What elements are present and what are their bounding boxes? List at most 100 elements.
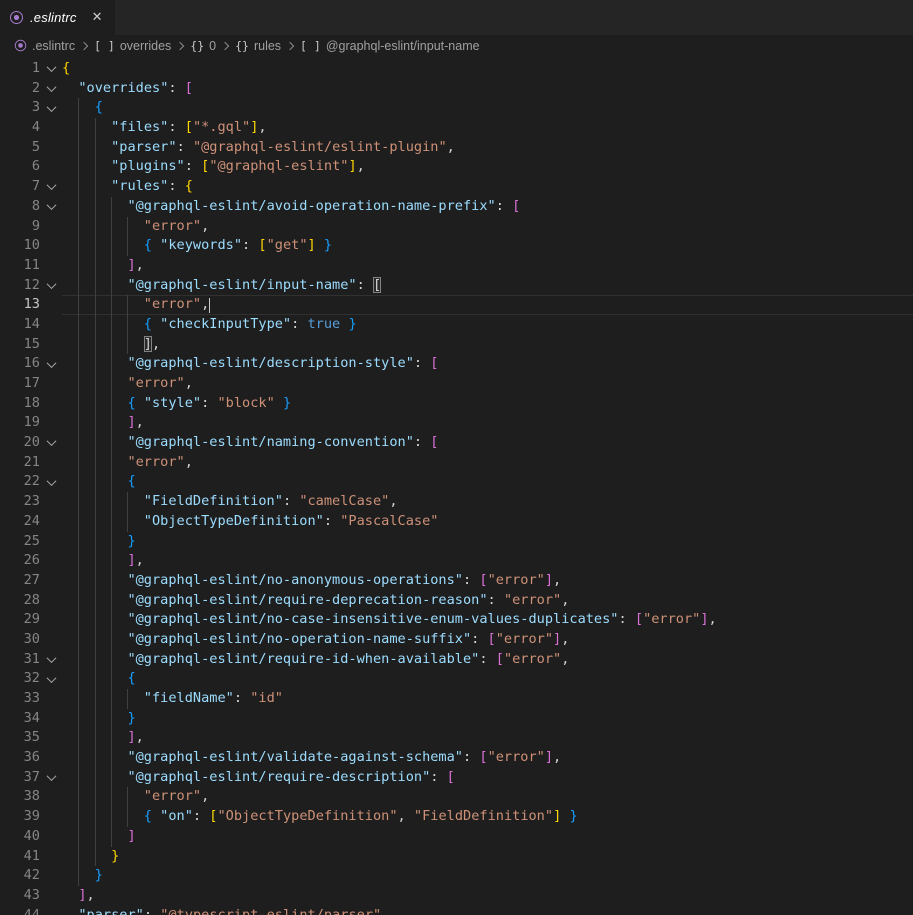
editor-line[interactable]: 20"@graphql-eslint/naming-convention": [ (0, 433, 913, 453)
breadcrumb-item[interactable]: [ ]overrides (94, 39, 171, 53)
editor-line[interactable]: 9"error", (0, 217, 913, 237)
fold-chevron-icon[interactable] (40, 177, 62, 197)
editor-line[interactable]: 34} (0, 709, 913, 729)
editor-line[interactable]: 43], (0, 886, 913, 906)
editor-line[interactable]: 28"@graphql-eslint/require-deprecation-r… (0, 591, 913, 611)
editor-line[interactable]: 33"fieldName": "id" (0, 689, 913, 709)
editor-line[interactable]: 8"@graphql-eslint/avoid-operation-name-p… (0, 197, 913, 217)
fold-spacer (40, 866, 62, 886)
editor-line[interactable]: 14{ "checkInputType": true } (0, 315, 913, 335)
editor-line[interactable]: 42} (0, 866, 913, 886)
editor-line[interactable]: 21"error", (0, 453, 913, 473)
editor-line[interactable]: 27"@graphql-eslint/no-anonymous-operatio… (0, 571, 913, 591)
editor-line[interactable]: 2"overrides": [ (0, 79, 913, 99)
fold-chevron-icon[interactable] (40, 433, 62, 453)
indent-guide (78, 256, 94, 276)
code-token: , (185, 375, 193, 391)
line-number: 10 (0, 236, 40, 256)
code-line-text: "@graphql-eslint/validate-against-schema… (62, 748, 913, 768)
editor-line[interactable]: 4"files": ["*.gql"], (0, 118, 913, 138)
fold-chevron-icon[interactable] (40, 354, 62, 374)
breadcrumb-item[interactable]: [ ]@graphql-eslint/input-name (300, 39, 480, 53)
fold-chevron-icon[interactable] (40, 768, 62, 788)
editor-line[interactable]: 22{ (0, 472, 913, 492)
editor-line[interactable]: 12"@graphql-eslint/input-name": [ (0, 276, 913, 296)
indent-space (62, 610, 78, 630)
editor-line[interactable]: 37"@graphql-eslint/require-description":… (0, 768, 913, 788)
code-token (136, 395, 144, 411)
indent-guide (78, 413, 94, 433)
fold-spacer (40, 689, 62, 709)
editor-line[interactable]: 24"ObjectTypeDefinition": "PascalCase" (0, 512, 913, 532)
code-token: ] (127, 257, 135, 273)
fold-chevron-icon[interactable] (40, 650, 62, 670)
breadcrumb-item[interactable]: {}rules (235, 39, 281, 53)
indent-space (62, 157, 78, 177)
code-token: "@graphql-eslint/require-description" (127, 769, 430, 785)
editor-line[interactable]: 23"FieldDefinition": "camelCase", (0, 492, 913, 512)
editor-line[interactable]: 35], (0, 728, 913, 748)
editor-line[interactable]: 38"error", (0, 787, 913, 807)
editor-line[interactable]: 36"@graphql-eslint/validate-against-sche… (0, 748, 913, 768)
code-token: ] (127, 828, 135, 844)
editor-line[interactable]: 41} (0, 847, 913, 867)
code-line-text: "error", (62, 217, 913, 237)
code-token: "FieldDefinition" (144, 493, 283, 509)
editor-line[interactable]: 30"@graphql-eslint/no-operation-name-suf… (0, 630, 913, 650)
fold-chevron-icon[interactable] (40, 472, 62, 492)
indent-guide (127, 787, 143, 807)
indent-guide (111, 689, 127, 709)
editor-line[interactable]: 7"rules": { (0, 177, 913, 197)
fold-chevron-icon[interactable] (40, 669, 62, 689)
editor-line[interactable]: 5"parser": "@graphql-eslint/eslint-plugi… (0, 138, 913, 158)
code-token: : (291, 316, 307, 332)
code-line-text: } (62, 709, 913, 729)
editor-line[interactable]: 39{ "on": ["ObjectTypeDefinition", "Fiel… (0, 807, 913, 827)
line-number: 32 (0, 669, 40, 689)
code-line-text: { "style": "block" } (62, 394, 913, 414)
editor-line[interactable]: 3{ (0, 98, 913, 118)
editor-line[interactable]: 32{ (0, 669, 913, 689)
indent-guide (111, 217, 127, 237)
fold-chevron-icon[interactable] (40, 276, 62, 296)
indent-guide (78, 315, 94, 335)
fold-chevron-icon[interactable] (40, 197, 62, 217)
close-icon[interactable]: ✕ (92, 10, 103, 25)
editor-line[interactable]: 18{ "style": "block" } (0, 394, 913, 414)
fold-chevron-icon[interactable] (40, 98, 62, 118)
code-line-text: { (62, 59, 913, 79)
code-token: "@graphql-eslint/input-name" (127, 277, 356, 293)
code-token: , (152, 336, 160, 352)
indent-guide (78, 630, 94, 650)
editor-line[interactable]: 1{ (0, 59, 913, 79)
editor-line[interactable]: 29"@graphql-eslint/no-case-insensitive-e… (0, 610, 913, 630)
editor-line[interactable]: 15], (0, 335, 913, 355)
code-token: : (414, 434, 430, 450)
code-token: , (553, 572, 561, 588)
editor-line[interactable]: 13"error", (0, 295, 913, 315)
fold-chevron-icon[interactable] (40, 79, 62, 99)
indent-space (62, 886, 78, 906)
editor-line[interactable]: 26], (0, 551, 913, 571)
code-token: } (111, 848, 119, 864)
code-token: , (398, 808, 414, 824)
editor-line[interactable]: 16"@graphql-eslint/description-style": [ (0, 354, 913, 374)
indent-guide (111, 276, 127, 296)
editor-line[interactable]: 44"parser": "@typescript-eslint/parser" (0, 906, 913, 915)
editor-line[interactable]: 19], (0, 413, 913, 433)
code-token: "@graphql-eslint/eslint-plugin" (193, 139, 447, 155)
editor-line[interactable]: 17"error", (0, 374, 913, 394)
editor-line[interactable]: 25} (0, 532, 913, 552)
tab-eslintrc[interactable]: .eslintrc ✕ (0, 0, 116, 35)
editor-line[interactable]: 10{ "keywords": ["get"] } (0, 236, 913, 256)
code-line-text: { (62, 472, 913, 492)
editor-line[interactable]: 40] (0, 827, 913, 847)
editor-line[interactable]: 6"plugins": ["@graphql-eslint"], (0, 157, 913, 177)
indent-space (62, 335, 78, 355)
code-editor[interactable]: 1{2"overrides": [3{4"files": ["*.gql"],5… (0, 56, 913, 915)
fold-chevron-icon[interactable] (40, 59, 62, 79)
editor-line[interactable]: 31"@graphql-eslint/require-id-when-avail… (0, 650, 913, 670)
breadcrumb-item[interactable]: {}0 (190, 39, 216, 53)
editor-line[interactable]: 11], (0, 256, 913, 276)
breadcrumb-item[interactable]: .eslintrc (14, 39, 75, 53)
